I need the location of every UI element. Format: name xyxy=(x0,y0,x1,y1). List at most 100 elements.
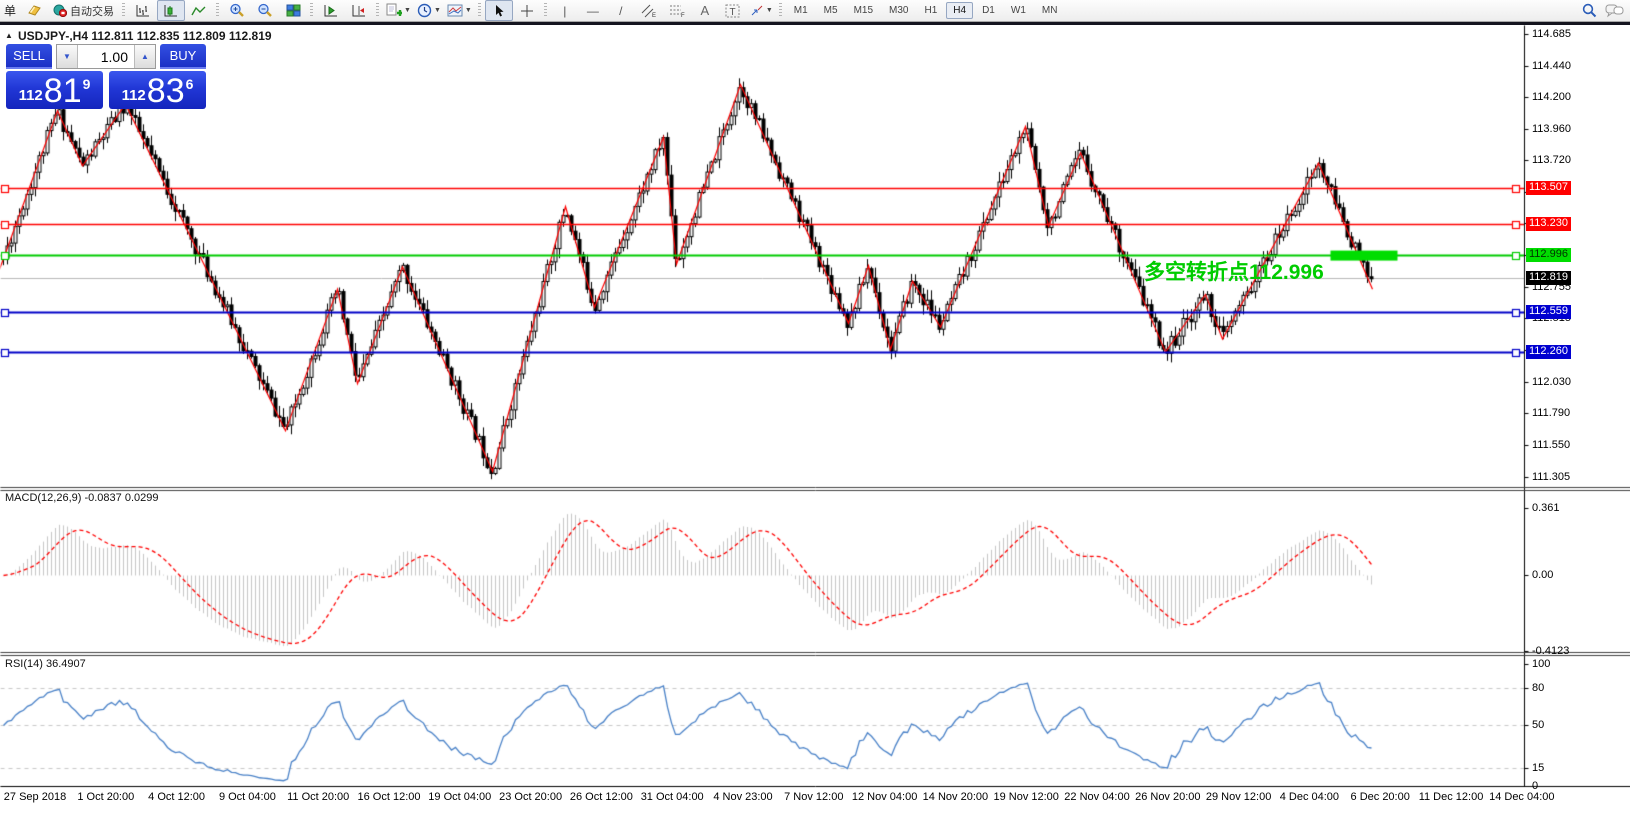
add-indicator-icon xyxy=(386,3,402,18)
time-axis-label: 26 Oct 12:00 xyxy=(570,791,633,803)
timeframe-button-m30[interactable]: M30 xyxy=(882,2,915,19)
time-axis-label: 16 Oct 12:00 xyxy=(358,791,421,803)
dropdown-caret-icon: ▼ xyxy=(766,7,773,14)
toolbar-grip xyxy=(122,3,125,18)
template-icon xyxy=(447,4,463,17)
bar-chart-button[interactable] xyxy=(129,0,157,21)
time-axis-label: 19 Nov 12:00 xyxy=(993,791,1058,803)
price-axis-tick: 111.790 xyxy=(1532,407,1570,419)
time-axis-label: 12 Nov 04:00 xyxy=(852,791,917,803)
zoom-out-button[interactable] xyxy=(251,0,279,21)
toolbar-grip xyxy=(544,3,547,18)
time-axis-label: 14 Dec 04:00 xyxy=(1489,791,1554,803)
text-tool-button[interactable]: A xyxy=(691,0,719,21)
collapse-panel-icon[interactable]: ▲ xyxy=(5,31,13,40)
candlestick-chart-button[interactable] xyxy=(157,0,185,21)
time-axis-label: 9 Oct 04:00 xyxy=(219,791,276,803)
dropdown-caret-icon: ▼ xyxy=(465,7,472,14)
volume-spinner: ▼ 1.00 ▲ xyxy=(56,44,156,69)
dropdown-caret-icon: ▼ xyxy=(404,7,411,14)
timeframe-button-w1[interactable]: W1 xyxy=(1004,2,1033,19)
timeframe-toolbar: M1M5M15M30H1H4D1W1MN xyxy=(786,2,1066,19)
volume-increase-button[interactable]: ▲ xyxy=(134,45,155,68)
autotrade-button[interactable]: 自动交易 xyxy=(48,0,119,21)
buy-price-button[interactable]: 112 83 6 xyxy=(109,71,206,109)
rsi-axis-tick: 80 xyxy=(1532,682,1544,694)
crosshair-tool-button[interactable] xyxy=(513,0,541,21)
timeframe-button-m1[interactable]: M1 xyxy=(787,2,815,19)
time-axis-label: 19 Oct 04:00 xyxy=(428,791,491,803)
rsi-axis-tick: 100 xyxy=(1532,658,1550,670)
time-axis-label: 22 Nov 04:00 xyxy=(1064,791,1129,803)
chart-shift-icon xyxy=(351,4,367,18)
price-axis-tick: 114.200 xyxy=(1532,91,1571,103)
text-label-icon: T xyxy=(725,4,740,18)
autotrade-icon xyxy=(53,4,67,17)
macd-label: MACD(12,26,9) -0.0837 0.0299 xyxy=(5,492,158,504)
buy-label[interactable]: BUY xyxy=(160,44,206,69)
buy-price-main: 83 xyxy=(147,76,185,106)
horizontal-line-tool-button[interactable]: — xyxy=(579,0,607,21)
timeframe-button-m5[interactable]: M5 xyxy=(817,2,845,19)
cursor-icon xyxy=(493,4,505,18)
tile-windows-button[interactable] xyxy=(279,0,307,21)
sell-price-button[interactable]: 112 81 9 xyxy=(6,71,103,109)
chart-title: USDJPY-,H4 112.811 112.835 112.809 112.8… xyxy=(18,29,272,43)
price-line-label: 112.996 xyxy=(1526,248,1571,262)
zoom-out-icon xyxy=(257,3,273,18)
cursor-tool-button[interactable] xyxy=(485,0,513,21)
mt4-terminal: 单 自动交易 xyxy=(0,0,1630,813)
trendline-tool-button[interactable]: / xyxy=(607,0,635,21)
volume-decrease-button[interactable]: ▼ xyxy=(57,45,78,68)
rsi-label: RSI(14) 36.4907 xyxy=(5,658,86,670)
zoom-in-icon xyxy=(229,3,245,18)
chat-icon[interactable] xyxy=(1605,4,1624,18)
timeframe-button-m15[interactable]: M15 xyxy=(847,2,880,19)
time-axis-label: 27 Sep 2018 xyxy=(4,791,66,803)
indicators-button[interactable]: ▼ xyxy=(383,0,414,21)
auto-scroll-button[interactable] xyxy=(317,0,345,21)
periods-button[interactable]: ▼ xyxy=(414,0,444,21)
price-line-label: 112.260 xyxy=(1526,345,1571,359)
timeframe-button-h4[interactable]: H4 xyxy=(946,2,973,19)
line-chart-button[interactable] xyxy=(185,0,213,21)
sell-price-pip: 9 xyxy=(83,76,91,92)
vertical-line-tool-button[interactable]: | xyxy=(551,0,579,21)
toolbar-grip xyxy=(216,3,219,18)
journal-icon[interactable] xyxy=(20,0,48,21)
time-axis-label: 7 Nov 12:00 xyxy=(784,791,843,803)
timeframe-button-h1[interactable]: H1 xyxy=(917,2,944,19)
price-axis-tick: 111.550 xyxy=(1532,439,1570,451)
clock-icon xyxy=(417,3,432,18)
chart-shift-button[interactable] xyxy=(345,0,373,21)
one-click-trading-panel: SELL ▼ 1.00 ▲ BUY 112 81 9 112 83 6 xyxy=(6,44,206,109)
time-axis-label: 26 Nov 20:00 xyxy=(1135,791,1200,803)
timeframe-button-mn[interactable]: MN xyxy=(1035,2,1065,19)
search-icon[interactable] xyxy=(1582,3,1597,18)
time-axis-label: 4 Nov 23:00 xyxy=(713,791,772,803)
macd-axis-tick: 0.00 xyxy=(1532,569,1553,581)
toolbar-grip xyxy=(376,3,379,18)
arrows-tool-button[interactable]: ▼ xyxy=(747,0,776,21)
sell-label[interactable]: SELL xyxy=(6,44,52,69)
volume-value[interactable]: 1.00 xyxy=(78,45,134,68)
zoom-in-button[interactable] xyxy=(223,0,251,21)
new-order-button[interactable]: 单 xyxy=(4,2,16,19)
price-line-label: 112.819 xyxy=(1526,271,1571,285)
chart-canvas[interactable] xyxy=(0,25,1630,813)
time-axis-label: 23 Oct 20:00 xyxy=(499,791,562,803)
line-chart-icon xyxy=(191,4,207,18)
text-label-tool-button[interactable]: T xyxy=(719,0,747,21)
auto-scroll-icon xyxy=(323,4,339,18)
time-axis-label: 29 Nov 12:00 xyxy=(1206,791,1271,803)
templates-button[interactable]: ▼ xyxy=(444,0,475,21)
arrows-icon xyxy=(750,4,764,17)
rsi-axis-tick: 50 xyxy=(1532,719,1544,731)
time-axis-label: 11 Dec 12:00 xyxy=(1419,791,1484,803)
buy-price-prefix: 112 xyxy=(122,87,146,104)
fibonacci-tool-button[interactable]: F xyxy=(663,0,691,21)
dropdown-caret-icon: ▼ xyxy=(434,7,441,14)
timeframe-button-d1[interactable]: D1 xyxy=(975,2,1002,19)
candlestick-chart-icon xyxy=(163,4,179,18)
channel-tool-button[interactable]: E xyxy=(635,0,663,21)
